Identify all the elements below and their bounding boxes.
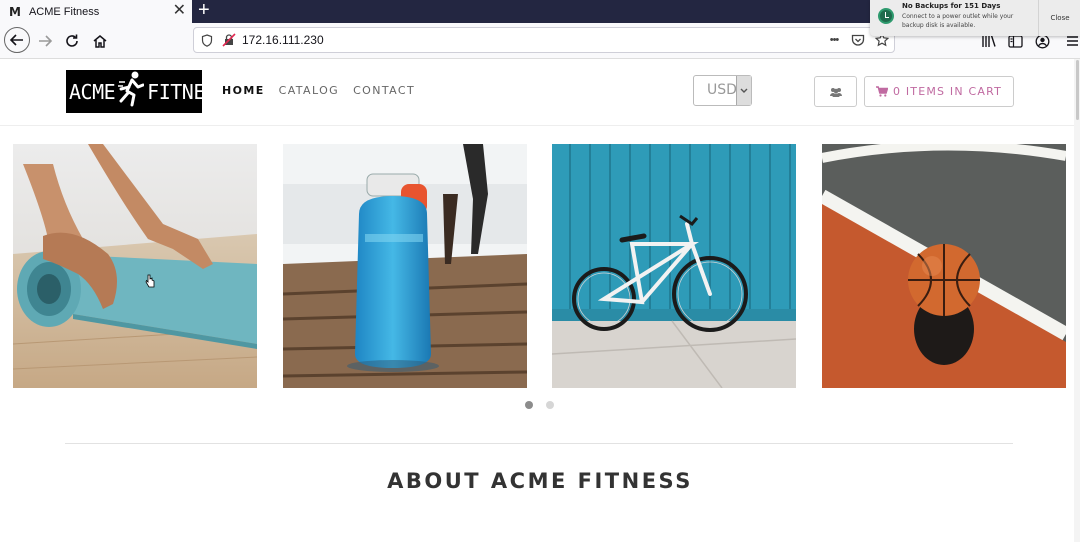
sidebar-icon: [1007, 34, 1023, 48]
page-scrollbar[interactable]: [1074, 59, 1080, 542]
nav-home-link[interactable]: HOME: [222, 84, 265, 97]
library-icon: [982, 35, 996, 47]
insecure-lock-icon[interactable]: [221, 32, 237, 48]
site-header: ACME FITNESS HOME CATALOG CONTACT USD 0 …: [0, 59, 1080, 126]
users-icon: [829, 87, 842, 97]
currency-value: USD: [707, 82, 737, 98]
logo-text-acme: ACME: [69, 79, 116, 104]
product-image-basketball[interactable]: [822, 144, 1066, 388]
hamburger-menu-icon: [1067, 36, 1078, 46]
backup-notification[interactable]: No Backups for 151 Days Connect to a pow…: [870, 0, 1080, 36]
arrow-right-icon: [39, 35, 53, 47]
shopping-cart-icon: [875, 86, 888, 97]
scrollbar-thumb[interactable]: [1076, 60, 1079, 120]
time-machine-icon: [878, 8, 894, 24]
tab-favicon-icon: M: [9, 4, 21, 19]
nav-contact-link[interactable]: CONTACT: [353, 84, 415, 97]
product-image-water-bottle[interactable]: [283, 144, 527, 388]
shield-icon[interactable]: [199, 32, 215, 48]
runner-icon: [118, 70, 145, 113]
notification-close-button[interactable]: Close: [1038, 0, 1080, 36]
page-actions-icon[interactable]: •••: [826, 32, 842, 48]
home-icon: [93, 35, 107, 48]
hand-cursor-icon: [145, 274, 155, 288]
reload-icon: [66, 34, 78, 47]
carousel-dots: [525, 401, 554, 409]
about-heading: ABOUT ACME FITNESS: [387, 469, 693, 493]
product-image-yoga-mat[interactable]: [13, 144, 257, 388]
reload-button[interactable]: [60, 29, 84, 53]
logo-text-fitness: FITNESS: [147, 79, 228, 104]
arrow-left-icon: [9, 34, 23, 46]
nav-catalog-link[interactable]: CATALOG: [279, 84, 339, 97]
address-bar[interactable]: 172.16.111.230 •••: [193, 27, 895, 53]
tab-close-icon[interactable]: ✕: [173, 1, 186, 21]
new-tab-button[interactable]: +: [198, 0, 210, 22]
cart-label: 0 ITEMS IN CART: [892, 85, 1003, 98]
product-image-bicycle[interactable]: [552, 144, 796, 388]
main-navigation: HOME CATALOG CONTACT: [222, 84, 415, 97]
back-button[interactable]: [4, 27, 30, 53]
browser-tab[interactable]: M ACME Fitness ✕: [0, 0, 192, 23]
currency-select[interactable]: USD: [693, 75, 752, 106]
section-divider: [65, 443, 1013, 444]
url-text[interactable]: 172.16.111.230: [242, 33, 324, 47]
carousel-dot-2[interactable]: [546, 401, 554, 409]
cart-button[interactable]: 0 ITEMS IN CART: [864, 76, 1014, 107]
tab-title: ACME Fitness: [28, 5, 100, 18]
home-button[interactable]: [88, 29, 112, 53]
chevron-down-icon: [736, 76, 751, 105]
notification-body: Connect to a power outlet while your bac…: [902, 13, 1014, 29]
carousel-dot-1[interactable]: [525, 401, 533, 409]
acme-fitness-logo[interactable]: ACME FITNESS: [66, 70, 228, 113]
pocket-icon[interactable]: [850, 32, 866, 48]
forward-button[interactable]: [33, 29, 57, 53]
user-button[interactable]: [814, 76, 857, 107]
notification-title: No Backups for 151 Days: [902, 2, 1001, 10]
